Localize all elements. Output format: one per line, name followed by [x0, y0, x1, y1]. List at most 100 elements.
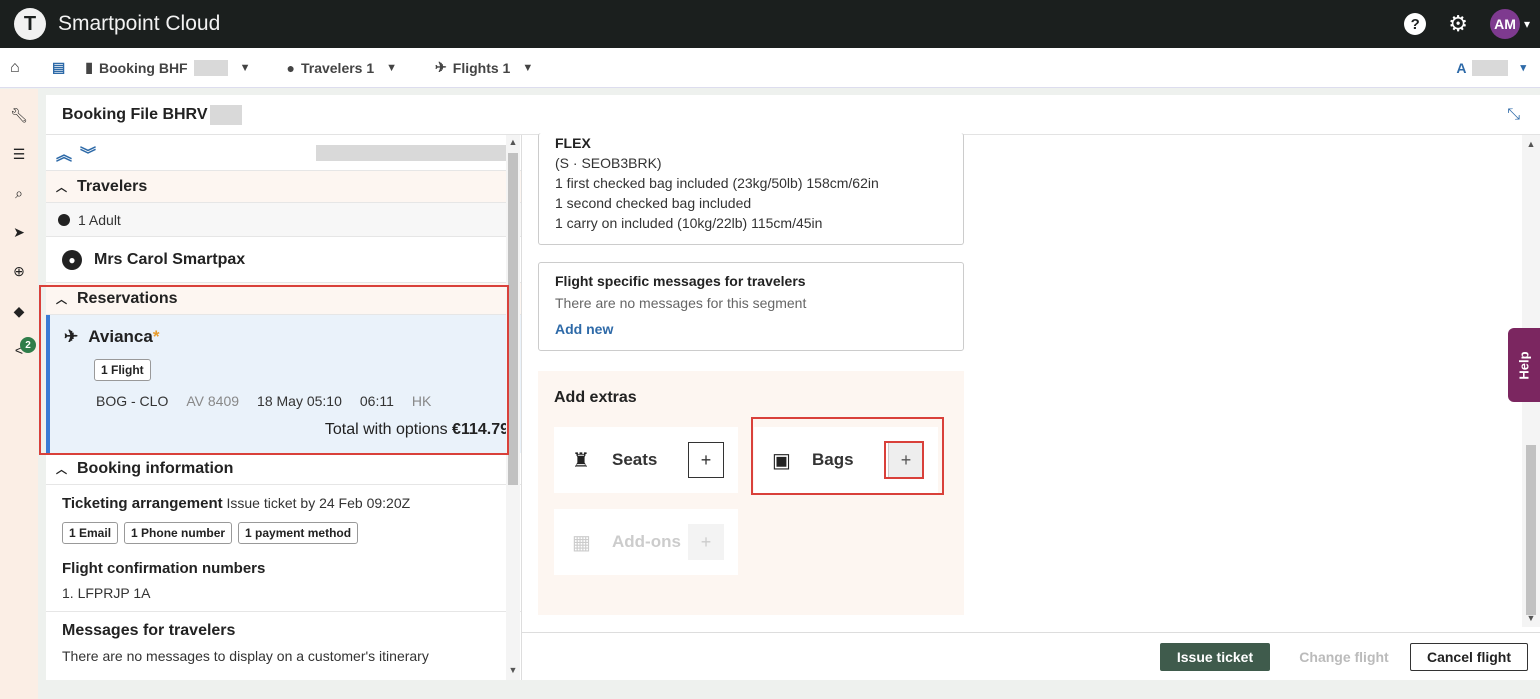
profile-icon[interactable]: ☰	[10, 146, 28, 164]
ticket-icon: ▦	[572, 531, 591, 554]
seats-label: Seats	[612, 450, 658, 469]
nav-booking-label: Booking BHF	[98, 59, 188, 76]
reservation-airline: ✈ Avianca*	[64, 327, 159, 347]
flight-segment: BOG - CLO AV 8409 18 May 05:10 06:11 HK	[96, 393, 431, 409]
add-addons-button[interactable]: +	[688, 524, 724, 560]
nav-flights[interactable]: ✈ Flights 1 ▼	[435, 59, 533, 76]
adult-count: 1 Adult	[78, 211, 121, 228]
scroll-down-icon[interactable]: ▼	[508, 665, 518, 675]
baggage-line: 1 first checked bag included (23kg/50lb)…	[555, 175, 879, 191]
nav-user-initial: A	[1456, 59, 1467, 76]
panel-header: Booking File BHRV ⤡	[46, 95, 1540, 135]
redacted-text	[1472, 59, 1509, 76]
reservations-section-header[interactable]: ︿ Reservations	[46, 283, 521, 315]
booking-file-panel: Booking File BHRV ⤡ ︽ ︾ ︿ Travelers 1 Ad…	[46, 95, 1540, 680]
reservations-section-title: Reservations	[77, 289, 178, 307]
nav-travelers[interactable]: ● Travelers 1 ▼	[287, 60, 398, 76]
bags-label: Bags	[812, 450, 854, 469]
redacted-text	[193, 59, 228, 76]
fare-name: FLEX	[555, 135, 591, 151]
wrench-icon[interactable]: 🔧︎	[10, 107, 28, 125]
airplane-icon: ✈	[435, 59, 447, 75]
tag-icon[interactable]: ◆	[10, 303, 28, 321]
add-new-link[interactable]: Add new	[555, 321, 947, 337]
person-circle-icon: ●	[62, 249, 82, 270]
action-footer: Issue ticket Change flight Cancel flight	[522, 632, 1540, 680]
addons-tile[interactable]: ▦ Add-ons +	[554, 509, 738, 575]
zoom-search-icon[interactable]: ⊕	[10, 263, 28, 281]
chevron-down-icon: ▼	[239, 61, 251, 74]
phone-tag: 1 Phone number	[124, 522, 233, 544]
expand-all-icon[interactable]: ︾	[80, 141, 96, 165]
travelers-section-title: Travelers	[77, 177, 148, 195]
luggage-icon: ▣	[772, 449, 791, 472]
adult-count-row: 1 Adult	[46, 203, 521, 237]
arrival-time: 06:11	[359, 393, 394, 409]
user-menu[interactable]: AM ▾	[1489, 9, 1530, 39]
app-title: Smartpoint Cloud	[58, 12, 221, 35]
nav-travelers-label: Travelers 1	[300, 59, 375, 76]
avatar[interactable]: AM	[1489, 9, 1520, 39]
contact-tags: 1 Email 1 Phone number 1 payment method	[62, 522, 505, 544]
fare-code: (S · SEOB3BRK)	[555, 155, 662, 171]
help-icon[interactable]: ?	[1404, 13, 1427, 35]
scroll-down-icon[interactable]: ▼	[1526, 613, 1536, 623]
fast-forward-icon[interactable]: ➤	[10, 224, 28, 242]
messages-text: There are no messages to display on a cu…	[62, 648, 429, 664]
nav-booking[interactable]: ▮ Booking BHF ▼	[85, 59, 251, 76]
issue-ticket-button[interactable]: Issue ticket	[1160, 643, 1270, 671]
flight-messages-title: Flight specific messages for travelers	[555, 273, 806, 289]
cancel-flight-button[interactable]: Cancel flight	[1410, 643, 1528, 671]
flight-messages-card: Flight specific messages for travelers T…	[538, 262, 964, 351]
add-bags-button[interactable]: +	[888, 442, 924, 478]
redacted-text	[209, 104, 242, 125]
help-tab[interactable]: Help	[1508, 328, 1540, 402]
chevron-down-icon: ▾	[1520, 62, 1526, 74]
collapse-icon[interactable]: ⤡	[1507, 106, 1520, 124]
queue-icon[interactable]: ▤	[52, 59, 65, 76]
left-scrollbar[interactable]: ▲ ▼	[506, 135, 520, 680]
payment-tag: 1 payment method	[238, 522, 359, 544]
seats-tile[interactable]: ♜ Seats +	[554, 427, 738, 493]
email-tag: 1 Email	[62, 522, 119, 544]
fcn-label: Flight confirmation numbers	[62, 560, 266, 577]
total-value: €114.79	[452, 421, 509, 438]
share-count-badge: 2	[20, 337, 36, 353]
scroll-up-icon[interactable]: ▲	[1526, 139, 1536, 149]
fcn-value: 1. LFPRJP 1A	[62, 585, 151, 601]
add-seats-button[interactable]: +	[688, 442, 724, 478]
collapse-all-icon[interactable]: ︽	[56, 141, 72, 165]
reservation-card[interactable]: ✈ Avianca* 1 Flight BOG - CLO AV 8409 18…	[46, 315, 521, 453]
home-icon[interactable]: ⌂	[10, 59, 28, 77]
add-extras-title: Add extras	[554, 389, 637, 406]
reservation-total: Total with options €114.79	[325, 421, 509, 439]
page-title: Booking File BHRV	[62, 105, 208, 123]
expand-controls: ︽ ︾	[46, 135, 521, 171]
chevron-up-icon: ︿	[56, 293, 67, 306]
header-actions: ? ⚙ AM ▾	[1404, 0, 1530, 48]
search-icon[interactable]: ⌕	[10, 185, 28, 203]
scroll-thumb[interactable]	[508, 153, 518, 485]
fare-card: FLEX (S · SEOB3BRK) 1 first checked bag …	[538, 133, 964, 245]
nav-flights-label: Flights 1	[452, 59, 511, 76]
travelers-section-header[interactable]: ︿ Travelers	[46, 171, 521, 203]
airline-name: Avianca	[88, 327, 153, 346]
travelport-logo: T	[14, 8, 46, 40]
bags-tile[interactable]: ▣ Bags +	[754, 427, 938, 493]
scroll-up-icon[interactable]: ▲	[508, 137, 518, 147]
scroll-thumb[interactable]	[1526, 445, 1536, 615]
nav-user-menu[interactable]: A ▾	[1456, 59, 1526, 76]
flight-number: AV 8409	[186, 393, 240, 409]
booking-info-section-header[interactable]: ︿ Booking information	[46, 453, 521, 485]
help-tab-label: Help	[1516, 350, 1532, 380]
workspace-navbar: ⌂ ▤ ▮ Booking BHF ▼ ● Travelers 1 ▼ ✈ Fl…	[0, 48, 1540, 88]
gear-icon[interactable]: ⚙	[1448, 11, 1468, 37]
booking-info-body: Ticketing arrangement Issue ticket by 24…	[46, 485, 521, 601]
traveler-name: Mrs Carol Smartpax	[94, 250, 246, 268]
person-icon	[58, 213, 70, 226]
flight-details: FLEX (S · SEOB3BRK) 1 first checked bag …	[522, 133, 1540, 680]
chevron-up-icon: ︿	[56, 181, 67, 194]
change-flight-button[interactable]: Change flight	[1286, 643, 1402, 671]
addons-label: Add-ons	[612, 532, 681, 551]
traveler-row[interactable]: ● Mrs Carol Smartpax	[46, 237, 521, 283]
